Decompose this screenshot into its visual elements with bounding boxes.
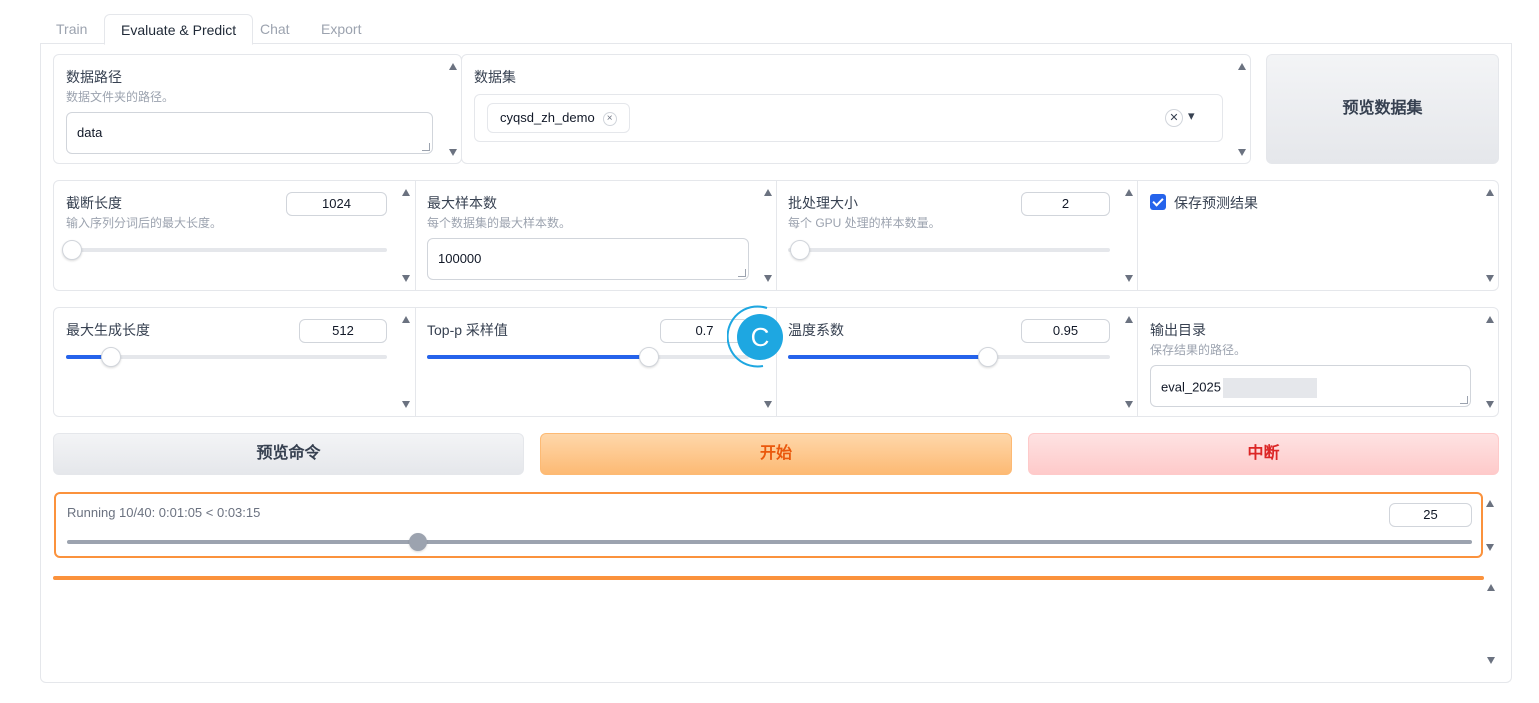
predict-checkbox[interactable] bbox=[1150, 194, 1166, 210]
scroll-up-icon[interactable] bbox=[1486, 316, 1494, 323]
batch-size-number[interactable]: 2 bbox=[1021, 192, 1110, 216]
progress-number: 25 bbox=[1389, 503, 1472, 527]
tab-bar: Train Evaluate & Predict Chat Export bbox=[40, 14, 1512, 45]
tab-export[interactable]: Export bbox=[305, 14, 377, 44]
scroll-up-icon[interactable] bbox=[1238, 63, 1246, 70]
chevron-down-icon[interactable]: ▾ bbox=[1188, 108, 1195, 124]
max-samples-info: 每个数据集的最大样本数。 bbox=[427, 216, 572, 230]
scroll-down-icon[interactable] bbox=[1238, 149, 1246, 156]
dataset-dir-input[interactable]: data bbox=[66, 112, 433, 154]
dataset-chip-label: cyqsd_zh_demo bbox=[500, 110, 595, 125]
scroll-down-icon[interactable] bbox=[1486, 544, 1494, 551]
top-p-block: Top-p 采样值 0.7 bbox=[415, 308, 777, 416]
scroll-down-icon[interactable] bbox=[764, 275, 772, 282]
dataset-label: 数据集 bbox=[474, 69, 516, 85]
dataset-dir-info: 数据文件夹的路径。 bbox=[66, 90, 175, 104]
temperature-number[interactable]: 0.95 bbox=[1021, 319, 1110, 343]
output-dir-label: 输出目录 bbox=[1150, 322, 1206, 338]
output-dir-info: 保存结果的路径。 bbox=[1150, 343, 1247, 357]
slider-thumb[interactable] bbox=[977, 347, 998, 367]
preview-dataset-button[interactable]: 预览数据集 bbox=[1266, 54, 1499, 164]
scroll-down-icon[interactable] bbox=[402, 275, 410, 282]
scroll-up-icon[interactable] bbox=[1125, 189, 1133, 196]
slider-thumb[interactable] bbox=[790, 240, 810, 260]
batch-size-label: 批处理大小 bbox=[788, 195, 858, 211]
batch-size-info: 每个 GPU 处理的样本数量。 bbox=[788, 216, 941, 230]
output-box bbox=[53, 580, 1484, 672]
scroll-down-icon[interactable] bbox=[402, 401, 410, 408]
temperature-label: 温度系数 bbox=[788, 322, 844, 338]
max-new-tokens-number[interactable]: 512 bbox=[299, 319, 387, 343]
batch-size-slider[interactable] bbox=[788, 240, 1110, 260]
cutoff-len-label: 截断长度 bbox=[66, 195, 122, 211]
slider-thumb bbox=[409, 533, 428, 551]
batch-size-block: 批处理大小 每个 GPU 处理的样本数量。 2 bbox=[776, 181, 1138, 290]
dataset-chip[interactable]: cyqsd_zh_demo × bbox=[487, 103, 630, 133]
tab-evaluate-predict[interactable]: Evaluate & Predict bbox=[104, 14, 254, 45]
slider-fill bbox=[788, 355, 988, 359]
slider-thumb[interactable] bbox=[639, 347, 660, 367]
dataset-block: 数据集 cyqsd_zh_demo × ✕ ▾ bbox=[461, 54, 1251, 164]
temperature-slider[interactable] bbox=[788, 347, 1110, 367]
scroll-down-icon[interactable] bbox=[1487, 657, 1495, 664]
scroll-up-icon[interactable] bbox=[402, 189, 410, 196]
progress-label: Running 10/40: 0:01:05 < 0:03:15 bbox=[67, 505, 261, 520]
scroll-down-icon[interactable] bbox=[1486, 275, 1494, 282]
cutoff-len-slider[interactable] bbox=[62, 240, 387, 260]
cutoff-len-number[interactable]: 1024 bbox=[286, 192, 387, 216]
scroll-up-icon[interactable] bbox=[1486, 500, 1494, 507]
scroll-up-icon[interactable] bbox=[1125, 316, 1133, 323]
loading-spinner-icon: C bbox=[727, 305, 783, 368]
preview-command-button[interactable]: 预览命令 bbox=[53, 433, 524, 475]
scroll-up-icon[interactable] bbox=[449, 63, 457, 70]
dataset-dir-label: 数据路径 bbox=[66, 69, 122, 85]
slider-fill bbox=[427, 355, 650, 359]
max-samples-label: 最大样本数 bbox=[427, 195, 497, 211]
scroll-up-icon[interactable] bbox=[764, 189, 772, 196]
scroll-down-icon[interactable] bbox=[1486, 401, 1494, 408]
start-button[interactable]: 开始 bbox=[540, 433, 1012, 475]
scroll-up-icon[interactable] bbox=[1487, 584, 1495, 591]
tab-chat[interactable]: Chat bbox=[244, 14, 306, 44]
max-samples-input[interactable]: 100000 bbox=[427, 238, 749, 280]
cutoff-len-block: 截断长度 输入序列分词后的最大长度。 1024 bbox=[54, 181, 416, 290]
output-dir-block: 输出目录 保存结果的路径。 eval_2025 bbox=[1137, 308, 1499, 416]
clear-icon[interactable]: ✕ bbox=[1165, 109, 1183, 127]
max-samples-block: 最大样本数 每个数据集的最大样本数。 100000 bbox=[415, 181, 777, 290]
redacted-text bbox=[1223, 378, 1317, 398]
progress-block: Running 10/40: 0:01:05 < 0:03:15 25 bbox=[54, 492, 1483, 558]
max-new-tokens-block: 最大生成长度 512 bbox=[54, 308, 416, 416]
chip-remove-icon[interactable]: × bbox=[602, 111, 617, 126]
max-new-tokens-label: 最大生成长度 bbox=[66, 322, 150, 338]
progress-slider bbox=[67, 533, 1472, 551]
dataset-select[interactable]: cyqsd_zh_demo × ✕ ▾ bbox=[474, 94, 1223, 142]
scroll-up-icon[interactable] bbox=[402, 316, 410, 323]
output-dir-value: eval_2025 bbox=[1161, 379, 1221, 395]
max-new-tokens-slider[interactable] bbox=[66, 347, 387, 367]
spinner-glyph: C bbox=[751, 322, 770, 352]
top-p-label: Top-p 采样值 bbox=[427, 322, 508, 338]
cutoff-len-info: 输入序列分词后的最大长度。 bbox=[66, 216, 223, 230]
predict-label[interactable]: 保存预测结果 bbox=[1174, 193, 1258, 213]
predict-block: 保存预测结果 bbox=[1137, 181, 1499, 290]
dataset-dir-block: 数据路径 数据文件夹的路径。 data bbox=[53, 54, 462, 164]
scroll-down-icon[interactable] bbox=[449, 149, 457, 156]
scroll-down-icon[interactable] bbox=[764, 401, 772, 408]
scroll-up-icon[interactable] bbox=[1486, 189, 1494, 196]
scroll-down-icon[interactable] bbox=[1125, 275, 1133, 282]
temperature-block: 温度系数 0.95 bbox=[776, 308, 1138, 416]
slider-thumb[interactable] bbox=[62, 240, 83, 260]
slider-thumb[interactable] bbox=[100, 347, 121, 367]
params-row-1: 截断长度 输入序列分词后的最大长度。 1024 最大样本数 每个数据集的最大样本… bbox=[53, 180, 1499, 291]
output-dir-input[interactable]: eval_2025 bbox=[1150, 365, 1471, 407]
scroll-down-icon[interactable] bbox=[1125, 401, 1133, 408]
top-p-slider[interactable] bbox=[427, 347, 749, 367]
stop-button[interactable]: 中断 bbox=[1028, 433, 1499, 475]
tab-train[interactable]: Train bbox=[40, 14, 103, 44]
